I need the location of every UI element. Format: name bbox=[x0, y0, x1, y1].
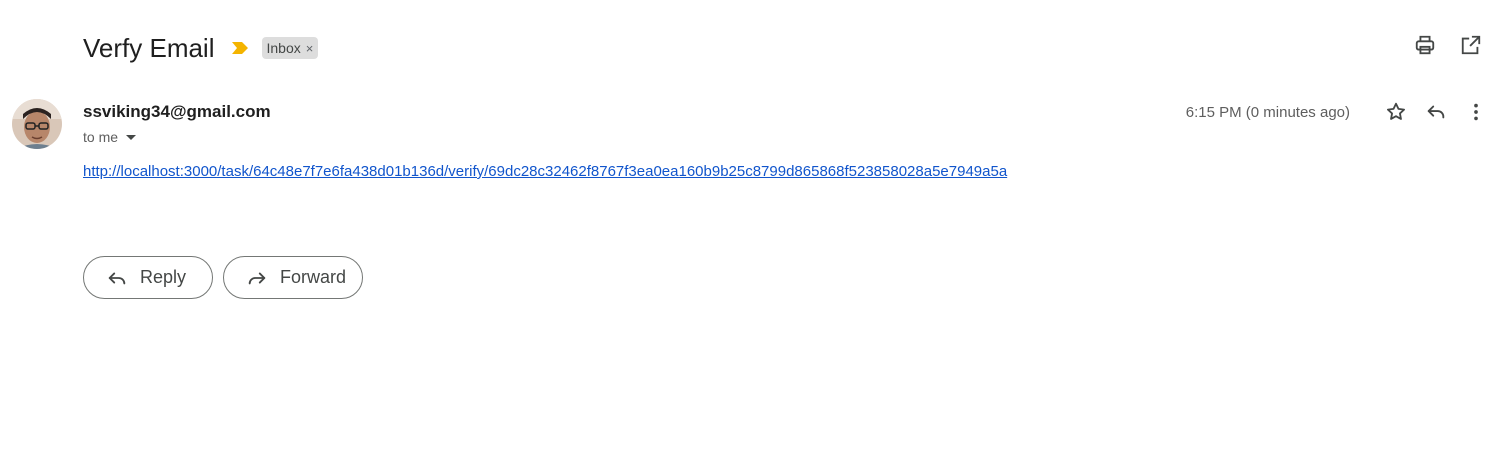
forward-button[interactable]: Forward bbox=[223, 256, 363, 299]
recipient-label: to me bbox=[83, 129, 119, 145]
forward-button-label: Forward bbox=[280, 267, 347, 287]
verify-link[interactable]: http://localhost:3000/task/64c48e7f7e6fa… bbox=[83, 163, 1007, 180]
label-chip-text: Inbox bbox=[266, 40, 301, 56]
message-meta: 6:15 PM (0 minutes ago) bbox=[1186, 100, 1488, 124]
reply-button-label: Reply bbox=[140, 267, 187, 287]
thread-actions bbox=[1414, 34, 1482, 56]
sender-avatar[interactable] bbox=[12, 99, 62, 149]
message-timestamp: 6:15 PM (0 minutes ago) bbox=[1185, 103, 1350, 121]
sender-email[interactable]: ssviking34@gmail.com bbox=[83, 100, 271, 124]
reply-icon[interactable] bbox=[1424, 100, 1448, 124]
more-vert-icon[interactable] bbox=[1464, 100, 1488, 124]
print-icon[interactable] bbox=[1414, 34, 1436, 56]
label-chip-inbox[interactable]: Inbox × bbox=[261, 37, 319, 59]
recipient-details-toggle[interactable]: to me bbox=[83, 127, 137, 147]
reply-actions: Reply Forward bbox=[83, 256, 363, 299]
star-icon[interactable] bbox=[1384, 100, 1408, 124]
open-in-new-window-icon[interactable] bbox=[1460, 34, 1482, 56]
label-remove-button[interactable]: × bbox=[306, 41, 314, 56]
subject-row: Verfy Email Inbox × bbox=[83, 30, 319, 66]
email-view: Verfy Email Inbox × ssviking34@gmail.com… bbox=[0, 0, 1512, 467]
reply-icon bbox=[106, 267, 128, 289]
reply-button[interactable]: Reply bbox=[83, 256, 213, 299]
importance-marker-icon[interactable] bbox=[231, 41, 249, 55]
caret-down-icon[interactable] bbox=[126, 134, 137, 140]
forward-icon bbox=[246, 267, 268, 289]
email-subject: Verfy Email bbox=[83, 33, 215, 63]
